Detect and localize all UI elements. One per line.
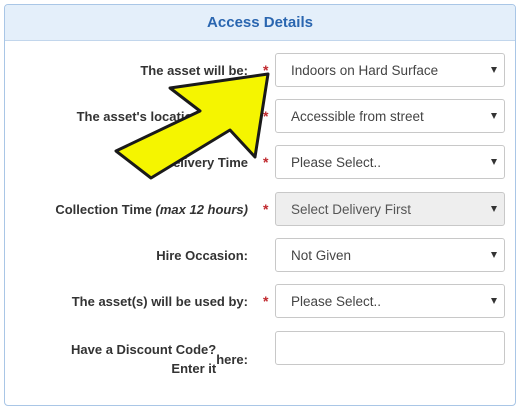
collection-time-label-text: Collection Time — [55, 201, 152, 217]
caret-down-icon — [491, 159, 497, 165]
required-marker: * — [263, 293, 269, 309]
required-marker: * — [263, 201, 269, 217]
access-details-panel: Access Details The asset will be: * Indo… — [4, 4, 516, 406]
delivery-time-select[interactable]: Please Select.. — [275, 145, 505, 179]
field-row-asset-location: The asset's location will be: * Accessib… — [5, 99, 515, 133]
collection-time-value: Select Delivery First — [291, 201, 412, 217]
delivery-time-label: Delivery Time — [163, 154, 248, 170]
asset-location-label: The asset's location will be: — [76, 108, 248, 124]
discount-code-label-line2: here: — [216, 351, 248, 367]
discount-code-input[interactable] — [275, 331, 505, 365]
caret-down-icon — [491, 113, 497, 119]
panel-title: Access Details — [5, 5, 515, 41]
asset-will-be-select[interactable]: Indoors on Hard Surface — [275, 53, 505, 87]
field-row-asset-will-be: The asset will be: * Indoors on Hard Sur… — [5, 53, 515, 87]
caret-down-icon — [491, 206, 497, 212]
caret-down-icon — [491, 298, 497, 304]
used-by-label: The asset(s) will be used by: — [71, 293, 248, 309]
asset-will-be-label: The asset will be: — [140, 62, 248, 78]
delivery-time-value: Please Select.. — [291, 154, 382, 170]
discount-code-label: Have a Discount Code? Enter it here: — [38, 339, 248, 379]
required-marker: * — [263, 62, 269, 78]
discount-code-label-line1: Have a Discount Code? Enter it — [71, 342, 217, 376]
hire-occasion-value: Not Given — [291, 247, 352, 263]
field-row-delivery-time: Delivery Time * Please Select.. — [5, 145, 515, 179]
caret-down-icon — [491, 67, 497, 73]
used-by-value: Please Select.. — [291, 293, 382, 309]
field-row-collection-time: Collection Time (max 12 hours) * Select … — [5, 192, 515, 226]
hire-occasion-select[interactable]: Not Given — [275, 238, 505, 272]
caret-down-icon — [491, 252, 497, 258]
field-row-hire-occasion: Hire Occasion: Not Given — [5, 238, 515, 272]
collection-time-select[interactable]: Select Delivery First — [275, 192, 505, 226]
collection-time-label-note: (max 12 hours) — [155, 201, 248, 217]
asset-location-value: Accessible from street — [291, 108, 424, 124]
hire-occasion-label: Hire Occasion: — [156, 247, 248, 263]
used-by-select[interactable]: Please Select.. — [275, 284, 505, 318]
asset-location-select[interactable]: Accessible from street — [275, 99, 505, 133]
required-marker: * — [263, 154, 269, 170]
field-row-used-by: The asset(s) will be used by: * Please S… — [5, 284, 515, 318]
field-row-discount-code: Have a Discount Code? Enter it here: — [5, 331, 515, 376]
collection-time-label: Collection Time (max 12 hours) — [55, 192, 248, 226]
asset-will-be-value: Indoors on Hard Surface — [291, 62, 439, 78]
required-marker: * — [263, 108, 269, 124]
